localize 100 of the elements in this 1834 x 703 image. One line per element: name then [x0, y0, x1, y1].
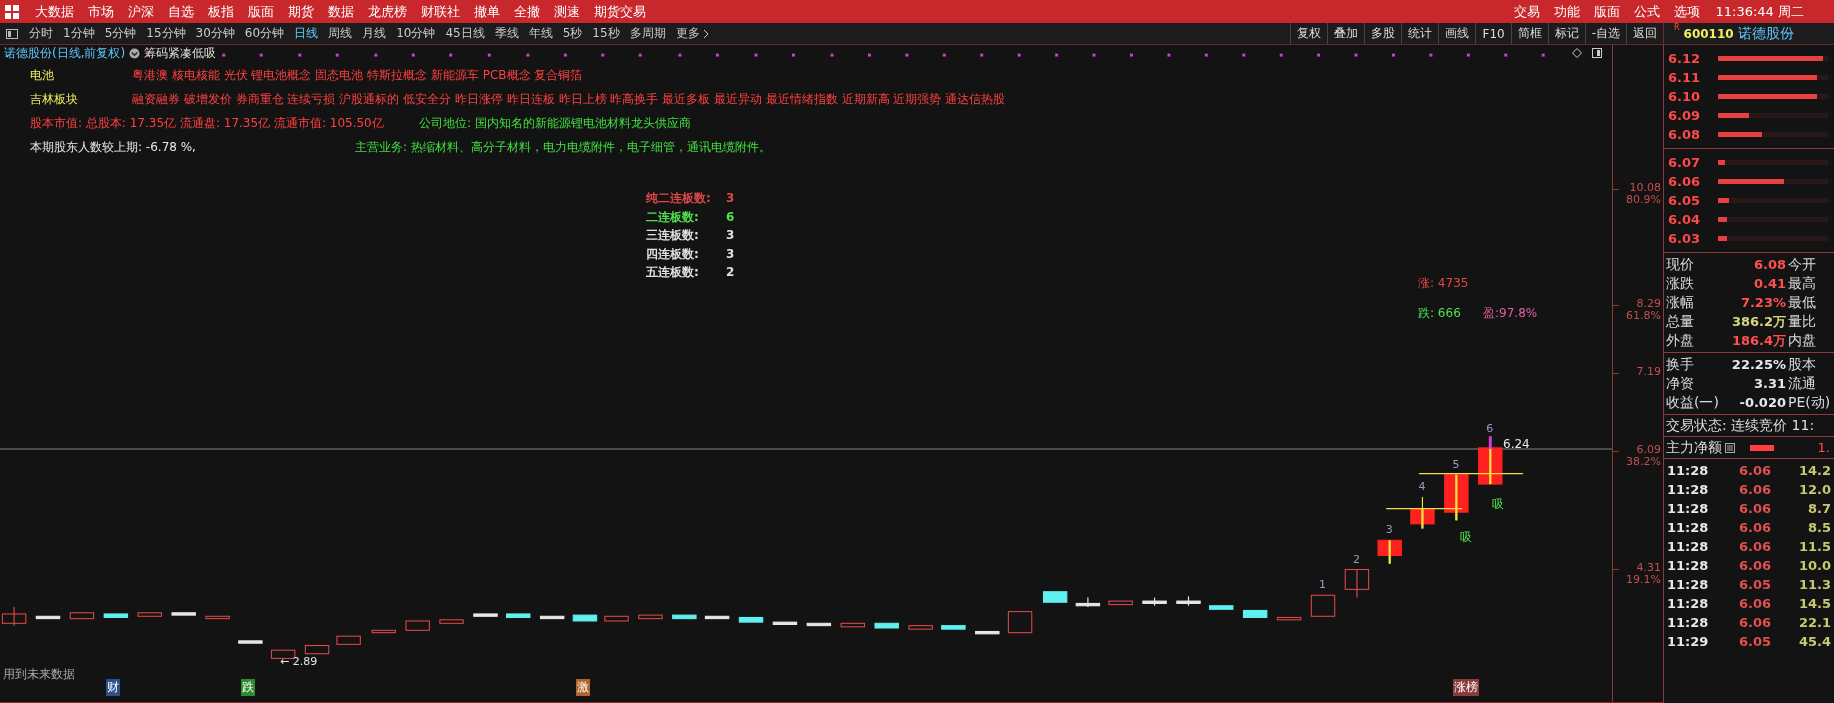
market-label: R [1674, 23, 1680, 32]
menu-item[interactable]: 版面 [1587, 2, 1628, 21]
period-tab[interactable]: 1分钟 [58, 25, 100, 42]
quote-label: 最高 [1788, 274, 1817, 293]
ask-price: 6.08 [1668, 127, 1702, 142]
menu-item[interactable]: 测速 [547, 2, 587, 21]
candle [304, 645, 330, 655]
menu-item[interactable]: 沪深 [121, 2, 161, 21]
candle [539, 615, 565, 620]
candle [1, 606, 27, 627]
candle [604, 615, 629, 622]
fall-count: 跌: 666 [1418, 305, 1461, 322]
clock: 11:36:44 周二 [1714, 2, 1805, 21]
menu-item[interactable]: 财联社 [414, 2, 467, 21]
tick-price: 6.06 [1737, 501, 1771, 516]
app-logo-icon[interactable] [4, 3, 20, 20]
axis-price: 7.19 [1636, 366, 1661, 379]
period-tab[interactable]: 5分钟 [99, 25, 142, 42]
menu-item[interactable]: 期货 [281, 2, 321, 21]
quote-label: 量比 [1788, 312, 1817, 331]
bid-price: 6.07 [1668, 155, 1702, 170]
axis-price: 8.29 [1636, 298, 1661, 311]
flow-value: 1. [1816, 440, 1831, 455]
quote-value: 0.41 [1752, 276, 1787, 291]
window-icon[interactable] [1592, 48, 1602, 58]
quote-label: 流通 [1788, 374, 1817, 393]
diamond-icon[interactable] [1572, 48, 1582, 58]
tick-volume: 22.1 [1797, 615, 1831, 630]
candle [704, 615, 730, 620]
period-tab[interactable]: 日线 [289, 25, 324, 42]
tick-time: 11:28 [1667, 596, 1710, 611]
flow-label: 主力净额 [1666, 438, 1722, 457]
period-tab[interactable]: 月线 [357, 25, 392, 42]
candle [638, 614, 663, 620]
candle [572, 614, 598, 622]
bid-price: 6.06 [1668, 174, 1702, 189]
menu-item[interactable]: 市场 [81, 2, 121, 21]
indicator-name[interactable]: 筹码紧凑低吸 [144, 44, 217, 62]
tick-volume: 8.7 [1806, 501, 1831, 516]
period-tab[interactable]: 季线 [489, 25, 524, 42]
tick-price: 6.06 [1737, 482, 1771, 497]
quote-value: -0.020 [1738, 395, 1787, 410]
candle [1108, 600, 1133, 606]
candle [1377, 539, 1402, 565]
tick-price: 6.06 [1737, 539, 1771, 554]
tick-volume: 11.3 [1797, 577, 1831, 592]
period-tab[interactable]: 周线 [323, 25, 358, 42]
candle [840, 622, 865, 628]
candle [941, 625, 966, 630]
high-marker [1488, 436, 1492, 449]
menu-item[interactable]: 板指 [201, 2, 241, 21]
period-tab[interactable]: 分时 [24, 25, 58, 42]
period-tab[interactable]: 5秒 [557, 25, 588, 42]
panel-toggle-icon[interactable] [6, 28, 18, 39]
period-tab[interactable]: 60分钟 [239, 25, 290, 42]
period-tab[interactable]: 更多 [670, 25, 714, 42]
dropdown-icon[interactable] [129, 47, 141, 59]
chevron-icon [702, 28, 709, 39]
streak-label: 五连板数: [646, 264, 700, 281]
quote-label: 净资 [1666, 374, 1695, 393]
menu-item[interactable]: 选项 [1667, 2, 1708, 21]
menu-item[interactable]: 全撤 [507, 2, 547, 21]
candle [69, 612, 95, 620]
candle-number: 4 [1418, 480, 1426, 493]
menu-item[interactable]: 撤单 [467, 2, 507, 21]
streak-label: 四连板数: [646, 245, 700, 262]
menu-item[interactable]: 版面 [241, 2, 281, 21]
menu-item[interactable]: 自选 [161, 2, 201, 21]
candle [270, 649, 296, 659]
menu-item[interactable]: 数据 [321, 2, 361, 21]
period-tab[interactable]: 年线 [523, 25, 558, 42]
tick-time: 11:28 [1667, 463, 1710, 478]
flow-bar [1750, 444, 1774, 451]
candle [405, 620, 430, 631]
concept-tags: 融资融券 破增发价 券商重仓 连续亏损 沪股通标的 低安全分 昨日涨停 昨日连板 昨日上榜 昨高换手 最近多板 最近异动 最近情绪指数 近期新高 近期强势 通达信热股 [132, 91, 1006, 108]
menu-item[interactable]: 期货交易 [587, 2, 653, 21]
bid-price: 6.05 [1668, 193, 1702, 208]
period-tab[interactable]: 15分钟 [141, 25, 191, 42]
menu-item[interactable]: 功能 [1547, 2, 1588, 21]
list-icon[interactable] [1725, 442, 1735, 453]
fact-text: 主营业务: 热缩材料、高分子材料，电力电缆附件，电子细管，通讯电缆附件。 [355, 139, 771, 156]
period-tab[interactable]: 多周期 [624, 25, 671, 42]
period-tab[interactable]: 10分钟 [391, 25, 441, 42]
menu-item[interactable]: 公式 [1627, 2, 1668, 21]
menu-item[interactable]: 龙虎榜 [361, 2, 414, 21]
period-tab[interactable]: 15秒 [587, 25, 625, 42]
candle [1176, 595, 1201, 607]
fact-text: 公司地位: 国内知名的新能源锂电池材料龙头供应商 [419, 115, 691, 132]
ask-price: 6.09 [1668, 108, 1702, 123]
streak-label: 三连板数: [646, 227, 700, 244]
axis-price: 4.31 [1636, 561, 1661, 574]
candle [336, 635, 361, 645]
period-tab[interactable]: 30分钟 [190, 25, 240, 42]
candle [439, 619, 464, 624]
candle [975, 630, 1000, 635]
menu-item[interactable]: 大数据 [28, 2, 81, 21]
period-tab[interactable]: 45日线 [440, 25, 490, 42]
quote-value: 3.31 [1752, 376, 1787, 391]
candle-number: 2 [1352, 552, 1360, 566]
menu-item[interactable]: 交易 [1507, 2, 1548, 21]
